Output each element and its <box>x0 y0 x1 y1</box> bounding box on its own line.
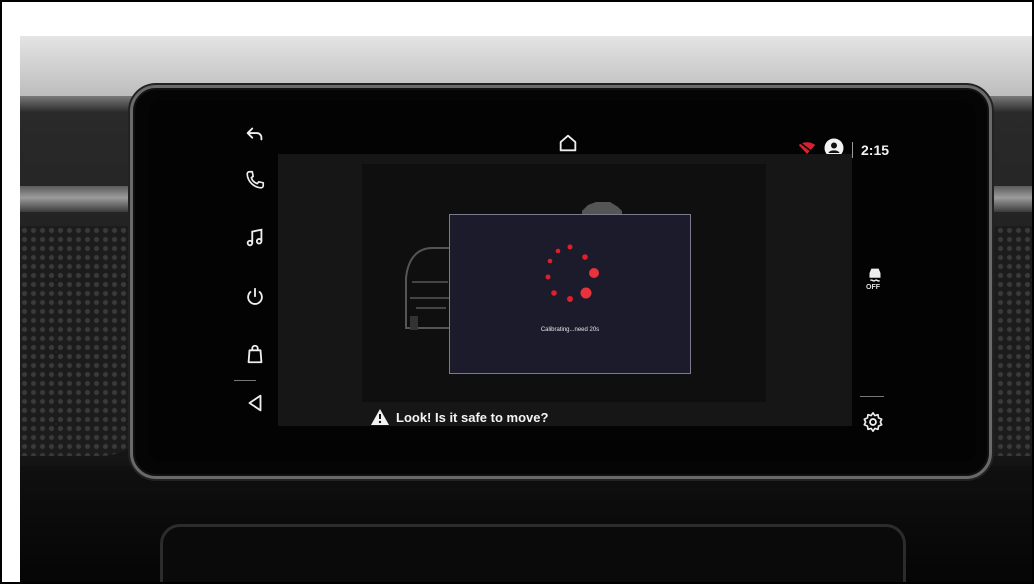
shopping-bag-icon[interactable] <box>240 339 270 369</box>
clock-time: 2:15 <box>861 142 890 158</box>
left-nav-divider <box>234 380 256 381</box>
settings-gear-icon[interactable] <box>858 407 888 437</box>
calibration-dialog: Calibrating...need 20s <box>449 214 691 374</box>
volume-icon[interactable] <box>240 388 270 418</box>
traction-off-label: OFF <box>866 284 880 291</box>
warning-triangle-icon <box>371 409 389 425</box>
status-divider <box>852 142 853 158</box>
loading-spinner-icon <box>545 244 599 302</box>
lower-console-bezel <box>160 524 906 582</box>
power-icon[interactable] <box>240 282 270 312</box>
screenshot-frame: 2:15 Calibrating...need 20s Look! Is it … <box>0 0 1034 584</box>
back-icon[interactable] <box>240 119 270 149</box>
music-icon[interactable] <box>240 223 270 253</box>
phone-icon[interactable] <box>240 165 270 195</box>
warning-text: Look! Is it safe to move? <box>396 409 549 425</box>
calibration-status-text: Calibrating...need 20s <box>540 327 600 333</box>
safety-warning: Look! Is it safe to move? <box>370 404 548 430</box>
right-nav-divider <box>860 396 884 397</box>
